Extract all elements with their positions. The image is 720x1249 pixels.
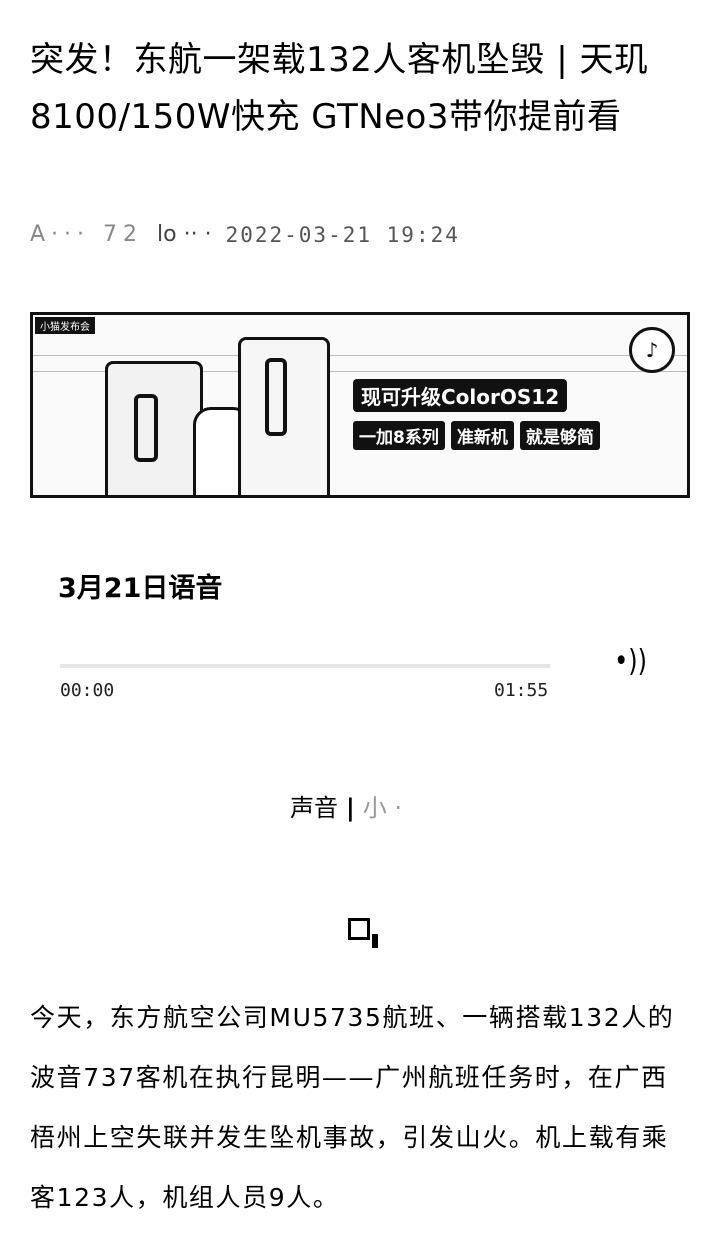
publish-date: 2022-03-21 19:24 [225, 222, 460, 247]
audio-progress-bar[interactable] [60, 664, 550, 668]
banner-tag: 小猫发布会 [35, 317, 95, 334]
camera-module-icon [265, 358, 287, 436]
banner-subheadline: 一加8系列 准新机 就是够简 [353, 421, 600, 450]
video-banner[interactable]: 小猫发布会 ♪ 现可升级ColorOS12 一加8系列 准新机 就是够简 [30, 312, 690, 498]
source-separator: | [346, 794, 355, 822]
account-name[interactable]: lo ·· · [157, 222, 212, 247]
camera-module-icon [134, 394, 158, 462]
banner-headline: 现可升级ColorOS12 [353, 379, 568, 412]
source-name: 小 · [362, 794, 403, 822]
square-icon [344, 912, 380, 948]
audio-source[interactable]: 声音 | 小 · [290, 788, 402, 823]
speaker-icon[interactable]: •)) [614, 644, 647, 679]
banner-subheadline-part: 一加8系列 [353, 421, 445, 450]
audio-current-time: 00:00 [60, 680, 115, 701]
article-paragraph: 今天，东方航空公司MU5735航班、一辆搭载132人的波音737客机在执行昆明—… [30, 1003, 675, 1212]
author-name[interactable]: A··· 72 [30, 222, 143, 247]
source-label: 声音 [290, 794, 338, 822]
banner-line [33, 355, 687, 356]
square-corner [372, 934, 378, 948]
music-note-logo-icon: ♪ [629, 327, 675, 373]
article-meta: A··· 72 lo ·· · 2022-03-21 19:24 [30, 222, 630, 247]
audio-duration: 01:55 [494, 680, 549, 701]
phone-image [238, 337, 330, 495]
banner-subheadline-part: 准新机 [450, 421, 514, 450]
phone-image [105, 361, 203, 495]
audio-title: 3月21日语音 [58, 573, 223, 604]
square-outline [348, 918, 370, 940]
article-title: 突发！东航一架载132人客机坠毁 | 天玑8100/150W快充 GTNeo3带… [30, 40, 649, 137]
banner-subheadline-part: 就是够简 [519, 421, 600, 450]
